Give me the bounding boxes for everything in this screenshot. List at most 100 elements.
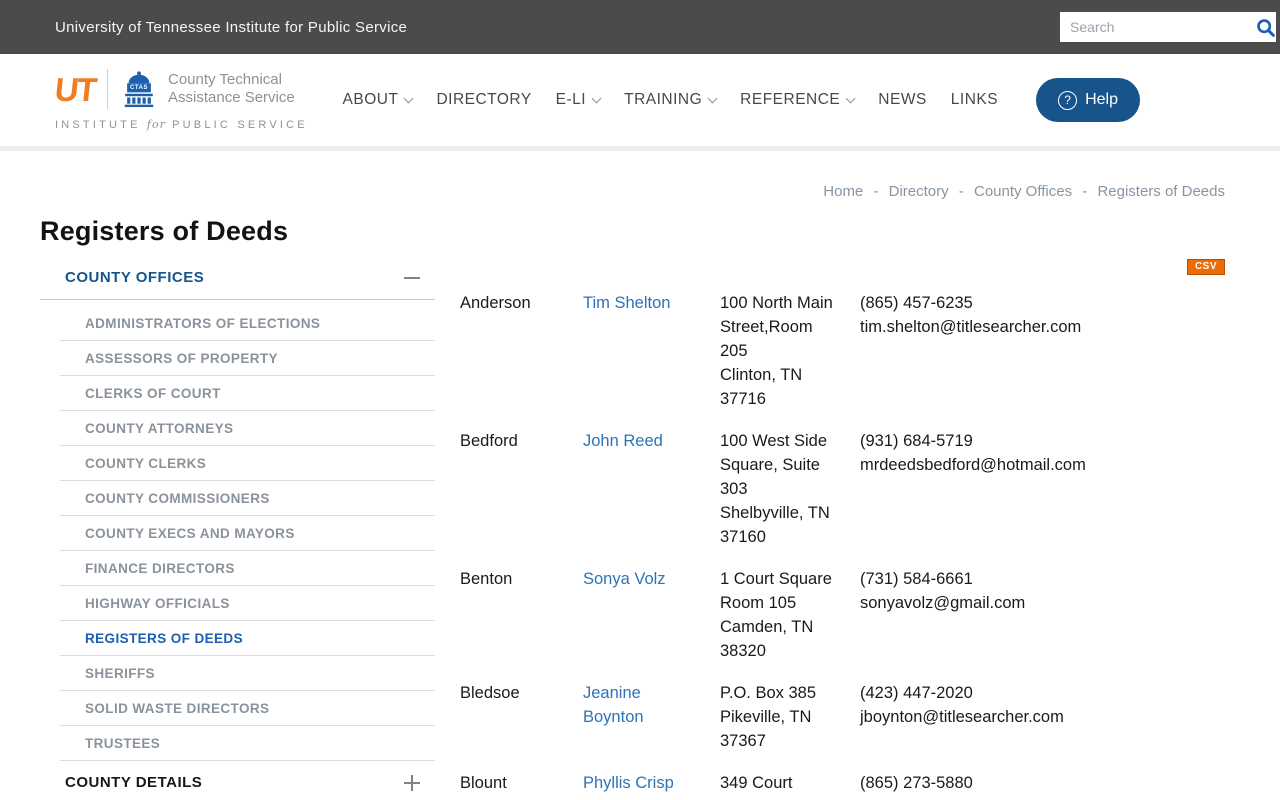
site-logo[interactable]: UT CTAS County Technical Assistance Serv… bbox=[53, 69, 308, 131]
official-name-link[interactable]: Phyllis Crisp bbox=[583, 774, 674, 792]
sidebar-section-county-offices[interactable]: COUNTY OFFICES bbox=[40, 253, 435, 300]
contact-cell: (865) 273-5880 pcrisp@blounttn.org bbox=[860, 771, 1225, 800]
phone-number: (931) 684-5719 bbox=[860, 432, 973, 450]
csv-export-button[interactable]: CSV bbox=[1186, 259, 1225, 275]
address-city: Camden, TN 38320 bbox=[720, 618, 814, 660]
top-utility-bar: University of Tennessee Institute for Pu… bbox=[0, 0, 1280, 54]
address-city: Clinton, TN 37716 bbox=[720, 366, 803, 408]
official-name-link[interactable]: Sonya Volz bbox=[583, 570, 666, 588]
nav-e-li[interactable]: E-LI bbox=[556, 91, 602, 109]
contact-cell: (423) 447-2020 jboynton@titlesearcher.co… bbox=[860, 681, 1225, 753]
breadcrumb-directory[interactable]: Directory bbox=[889, 183, 949, 200]
official-name-link[interactable]: Tim Shelton bbox=[583, 294, 670, 312]
sidebar-item-trustees[interactable]: TRUSTEES bbox=[60, 726, 435, 761]
sidebar: COUNTY OFFICES ADMINISTRATORS OF ELECTIO… bbox=[40, 253, 435, 800]
sidebar-section-title: COUNTY DETAILS bbox=[65, 774, 203, 791]
breadcrumb-separator: - bbox=[873, 183, 879, 200]
sidebar-item-administrators-of-elections[interactable]: ADMINISTRATORS OF ELECTIONS bbox=[60, 306, 435, 341]
ut-logo: UT bbox=[53, 70, 97, 108]
breadcrumb: Home - Directory - County Offices - Regi… bbox=[40, 183, 1225, 200]
email-address: sonyavolz@gmail.com bbox=[860, 594, 1026, 612]
chevron-down-icon bbox=[403, 93, 414, 103]
directory-content: CSV Anderson Tim Shelton 100 North Main … bbox=[460, 253, 1225, 800]
county-cell: Bedford bbox=[460, 432, 518, 450]
sidebar-item-registers-of-deeds[interactable]: REGISTERS OF DEEDS bbox=[60, 621, 435, 656]
nav-about[interactable]: ABOUT bbox=[343, 91, 414, 109]
sidebar-item-clerks-of-court[interactable]: CLERKS OF COURT bbox=[60, 376, 435, 411]
nav-reference[interactable]: REFERENCE bbox=[740, 91, 856, 109]
org-name: County Technical Assistance Service bbox=[168, 71, 295, 106]
site-title: University of Tennessee Institute for Pu… bbox=[55, 18, 408, 36]
address-street: 100 West Side Square, Suite 303 bbox=[720, 432, 828, 498]
phone-number: (865) 273-5880 bbox=[860, 774, 973, 792]
county-cell: Blount bbox=[460, 774, 507, 792]
phone-number: (731) 584-6661 bbox=[860, 570, 973, 588]
chevron-down-icon bbox=[707, 93, 718, 103]
address-cell: 100 North Main Street,Room 205 Clinton, … bbox=[720, 291, 860, 411]
address-cell: P.O. Box 385 Pikeville, TN 37367 bbox=[720, 681, 860, 753]
question-mark-icon: ? bbox=[1058, 90, 1078, 110]
ctas-icon-label: CTAS bbox=[130, 85, 148, 91]
search-submit-button[interactable] bbox=[1255, 12, 1276, 42]
sidebar-item-county-execs-and-mayors[interactable]: COUNTY EXECS AND MAYORS bbox=[60, 516, 435, 551]
contact-cell: (931) 684-5719 mrdeedsbedford@hotmail.co… bbox=[860, 429, 1225, 549]
phone-number: (423) 447-2020 bbox=[860, 684, 973, 702]
institute-tagline: INSTITUTE for PUBLIC SERVICE bbox=[55, 118, 308, 131]
ctas-capitol-icon: CTAS bbox=[120, 70, 158, 108]
county-cell: Anderson bbox=[460, 294, 531, 312]
sidebar-item-county-clerks[interactable]: COUNTY CLERKS bbox=[60, 446, 435, 481]
search-input[interactable] bbox=[1060, 12, 1255, 42]
main-content: Home - Directory - County Offices - Regi… bbox=[0, 183, 1280, 800]
nav-directory[interactable]: DIRECTORY bbox=[436, 91, 531, 109]
sidebar-item-county-attorneys[interactable]: COUNTY ATTORNEYS bbox=[60, 411, 435, 446]
logo-divider bbox=[107, 69, 108, 109]
phone-number: (865) 457-6235 bbox=[860, 294, 973, 312]
breadcrumb-home[interactable]: Home bbox=[823, 183, 863, 200]
sidebar-item-assessors-of-property[interactable]: ASSESSORS OF PROPERTY bbox=[60, 341, 435, 376]
sidebar-item-highway-officials[interactable]: HIGHWAY OFFICIALS bbox=[60, 586, 435, 621]
nav-training[interactable]: TRAINING bbox=[624, 91, 718, 109]
official-name-link[interactable]: John Reed bbox=[583, 432, 663, 450]
address-cell: 349 Court Street bbox=[720, 771, 860, 800]
address-street: P.O. Box 385 bbox=[720, 684, 817, 702]
nav-links[interactable]: LINKS bbox=[951, 91, 998, 109]
collapse-minus-icon[interactable] bbox=[404, 276, 420, 279]
address-cell: 1 Court Square Room 105 Camden, TN 38320 bbox=[720, 567, 860, 663]
sidebar-section-title: COUNTY OFFICES bbox=[65, 269, 205, 286]
table-row: Anderson Tim Shelton 100 North Main Stre… bbox=[460, 291, 1225, 411]
email-address: tim.shelton@titlesearcher.com bbox=[860, 318, 1082, 336]
sidebar-item-finance-directors[interactable]: FINANCE DIRECTORS bbox=[60, 551, 435, 586]
table-row: Blount Phyllis Crisp 349 Court Street (8… bbox=[460, 771, 1225, 800]
email-address: jboynton@titlesearcher.com bbox=[860, 708, 1064, 726]
address-city: Shelbyville, TN 37160 bbox=[720, 504, 830, 546]
main-header: UT CTAS County Technical Assistance Serv… bbox=[0, 54, 1280, 151]
county-cell: Bledsoe bbox=[460, 684, 520, 702]
address-street: 1 Court Square Room 105 bbox=[720, 570, 832, 612]
chevron-down-icon bbox=[591, 93, 602, 103]
nav-news[interactable]: NEWS bbox=[878, 91, 927, 109]
sidebar-section-county-details[interactable]: COUNTY DETAILS bbox=[40, 761, 435, 800]
expand-plus-icon[interactable] bbox=[404, 774, 420, 791]
table-row: Bedford John Reed 100 West Side Square, … bbox=[460, 429, 1225, 549]
sidebar-item-sheriffs[interactable]: SHERIFFS bbox=[60, 656, 435, 691]
table-row: Bledsoe Jeanine Boynton P.O. Box 385 Pik… bbox=[460, 681, 1225, 753]
sidebar-item-solid-waste-directors[interactable]: SOLID WASTE DIRECTORS bbox=[60, 691, 435, 726]
address-cell: 100 West Side Square, Suite 303 Shelbyvi… bbox=[720, 429, 860, 549]
sidebar-list: ADMINISTRATORS OF ELECTIONS ASSESSORS OF… bbox=[40, 300, 435, 761]
contact-cell: (731) 584-6661 sonyavolz@gmail.com bbox=[860, 567, 1225, 663]
email-address: mrdeedsbedford@hotmail.com bbox=[860, 456, 1086, 474]
registers-table: Anderson Tim Shelton 100 North Main Stre… bbox=[460, 291, 1225, 800]
breadcrumb-county-offices[interactable]: County Offices bbox=[974, 183, 1072, 200]
sidebar-item-county-commissioners[interactable]: COUNTY COMMISSIONERS bbox=[60, 481, 435, 516]
search-icon bbox=[1255, 17, 1276, 38]
help-button[interactable]: ? Help bbox=[1036, 78, 1140, 122]
breadcrumb-separator: - bbox=[958, 183, 964, 200]
chevron-down-icon bbox=[845, 93, 856, 103]
email-address: pcrisp@blounttn.org bbox=[860, 795, 1225, 800]
primary-nav: ABOUT DIRECTORY E-LI TRAINING REFERENCE … bbox=[343, 78, 1140, 122]
official-name-link[interactable]: Jeanine Boynton bbox=[583, 684, 644, 726]
address-street: 100 North Main Street,Room 205 bbox=[720, 294, 833, 360]
search-box[interactable] bbox=[1060, 12, 1276, 42]
contact-cell: (865) 457-6235 tim.shelton@titlesearcher… bbox=[860, 291, 1225, 411]
breadcrumb-current-page[interactable]: Registers of Deeds bbox=[1097, 183, 1225, 200]
